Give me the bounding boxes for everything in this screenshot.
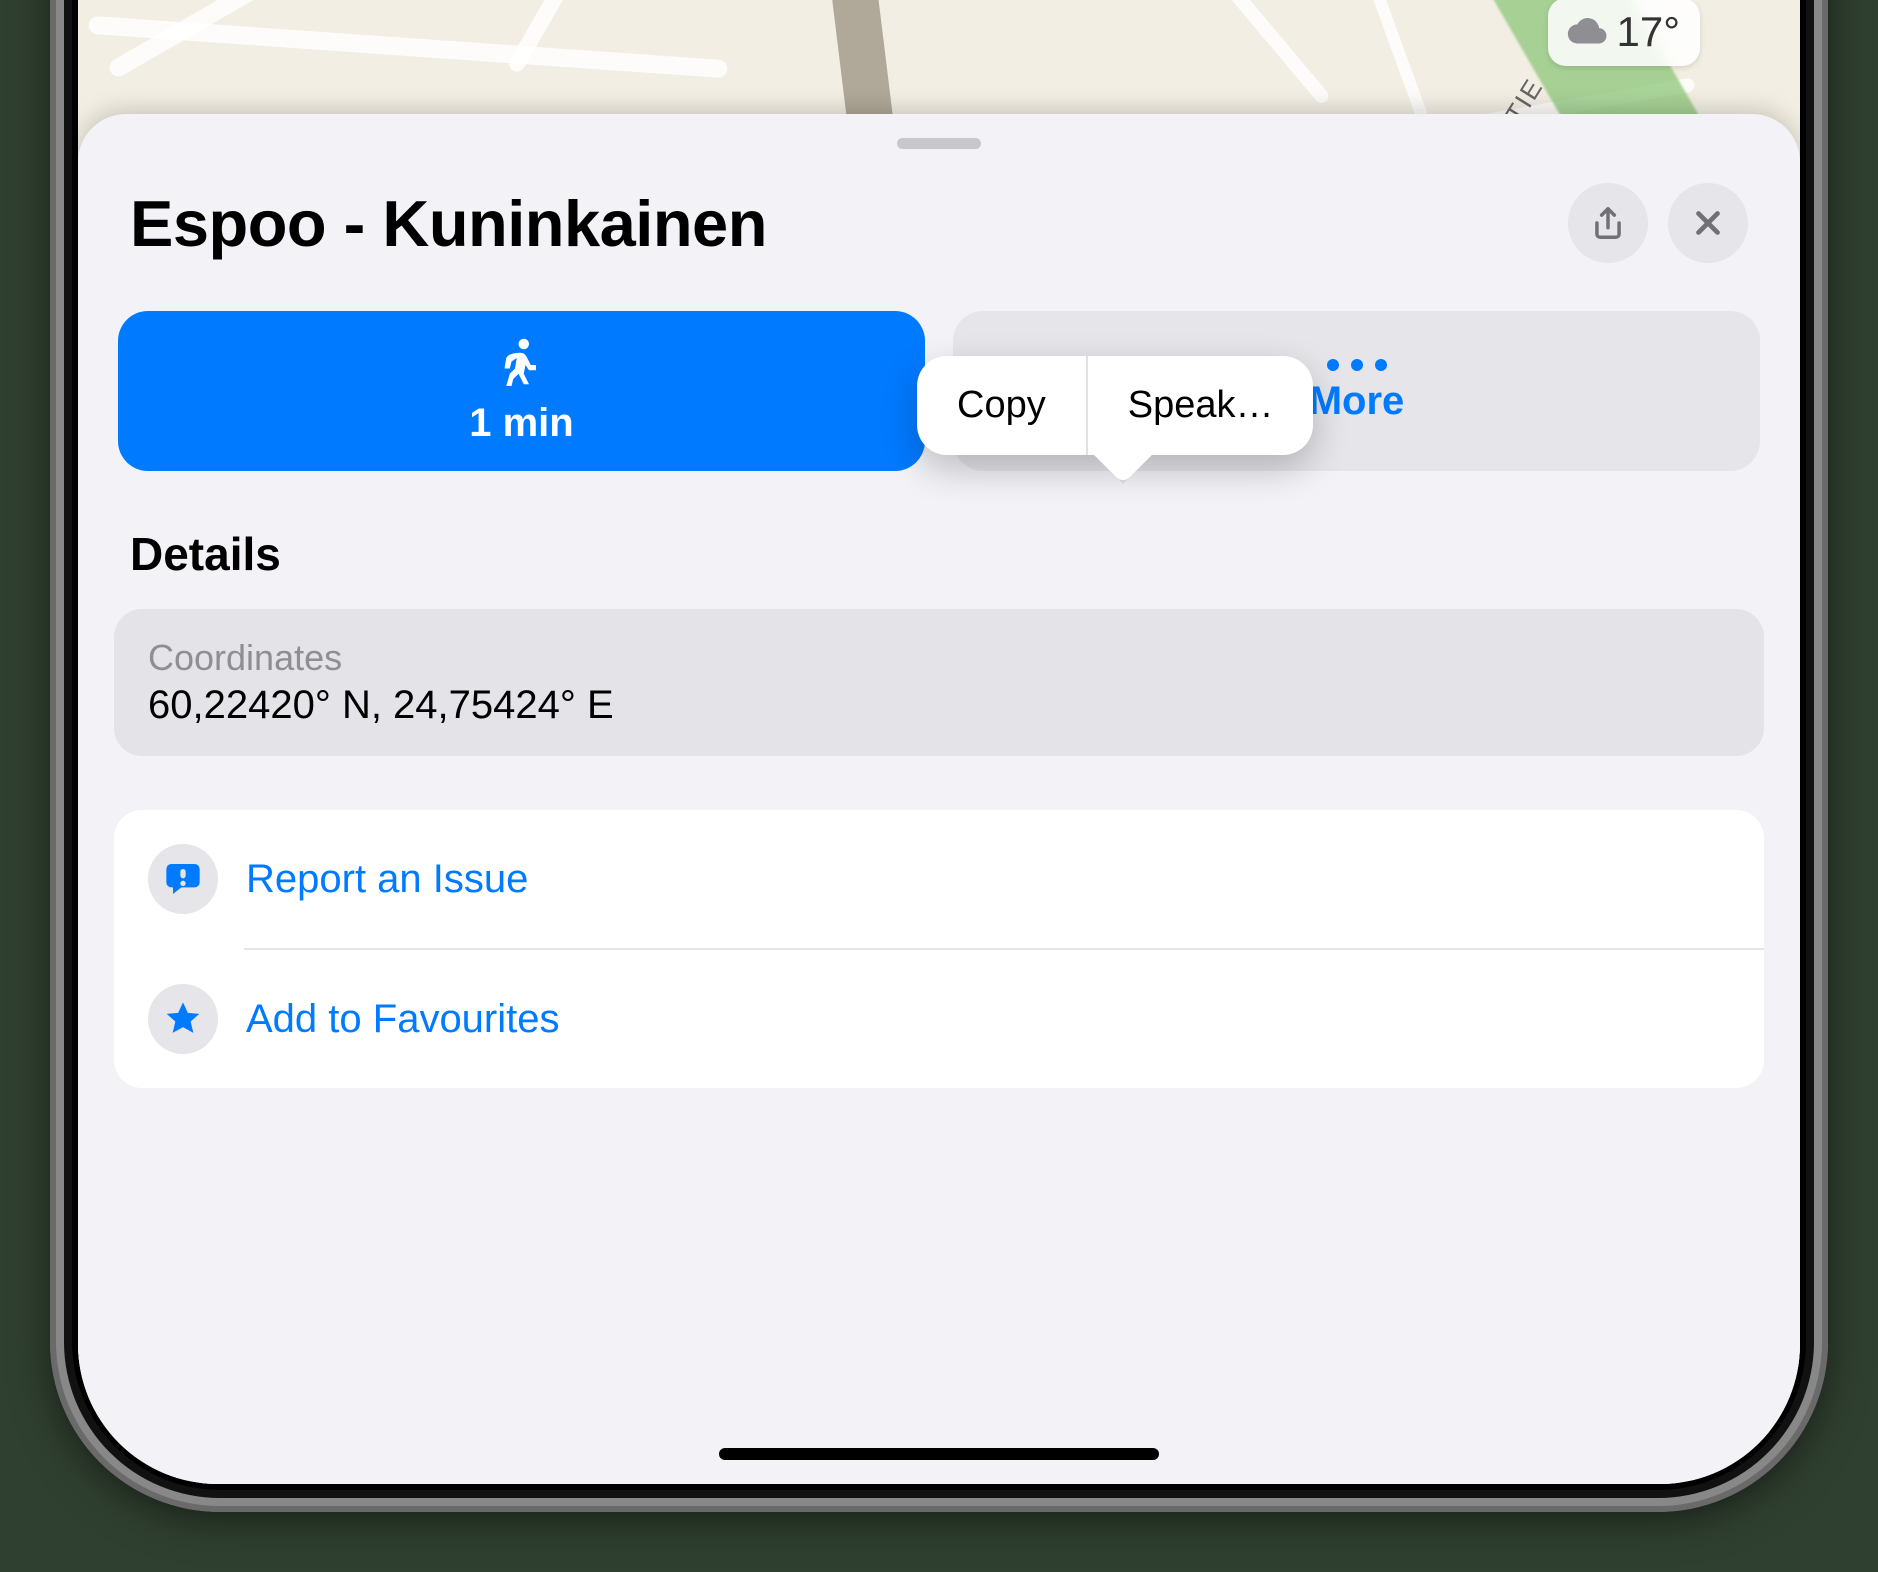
context-menu: Copy Speak… <box>917 356 1313 455</box>
action-list: Report an Issue Add to Favourites <box>114 810 1764 1088</box>
walk-icon <box>500 337 544 393</box>
coordinates-card[interactable]: Coordinates 60,22420° N, 24,75424° E <box>114 609 1764 756</box>
share-icon <box>1589 204 1627 242</box>
place-sheet[interactable]: Espoo - Kuninkainen 1 min Mo <box>78 114 1800 1484</box>
sheet-grabber[interactable] <box>897 138 981 149</box>
details-heading: Details <box>114 471 1764 609</box>
report-issue-label: Report an Issue <box>246 857 528 902</box>
directions-walk-button[interactable]: 1 min <box>118 311 925 471</box>
place-title: Espoo - Kuninkainen <box>130 186 1548 261</box>
more-label: More <box>1309 379 1405 424</box>
coordinates-label: Coordinates <box>148 637 1730 679</box>
cloud-icon <box>1564 9 1610 55</box>
context-copy[interactable]: Copy <box>917 356 1086 455</box>
coordinates-value: 60,22420° N, 24,75424° E <box>148 683 1730 728</box>
close-icon <box>1689 204 1727 242</box>
report-issue-item[interactable]: Report an Issue <box>114 810 1764 948</box>
add-favourite-item[interactable]: Add to Favourites <box>114 950 1764 1088</box>
weather-pill[interactable]: 17° <box>1548 0 1700 66</box>
star-icon <box>148 984 218 1054</box>
phone-frame: AMALMINTIE 17° Espoo - Kuninkainen <box>50 0 1828 1512</box>
walk-duration: 1 min <box>469 401 573 446</box>
add-favourite-label: Add to Favourites <box>246 997 560 1042</box>
context-speak[interactable]: Speak… <box>1088 356 1314 455</box>
weather-temp: 17° <box>1616 8 1680 56</box>
ellipsis-icon <box>1327 359 1387 371</box>
close-button[interactable] <box>1668 183 1748 263</box>
share-button[interactable] <box>1568 183 1648 263</box>
device-stage: AMALMINTIE 17° Espoo - Kuninkainen <box>0 0 1878 1572</box>
home-indicator[interactable] <box>719 1448 1159 1460</box>
report-icon <box>148 844 218 914</box>
phone-screen: AMALMINTIE 17° Espoo - Kuninkainen <box>78 0 1800 1484</box>
